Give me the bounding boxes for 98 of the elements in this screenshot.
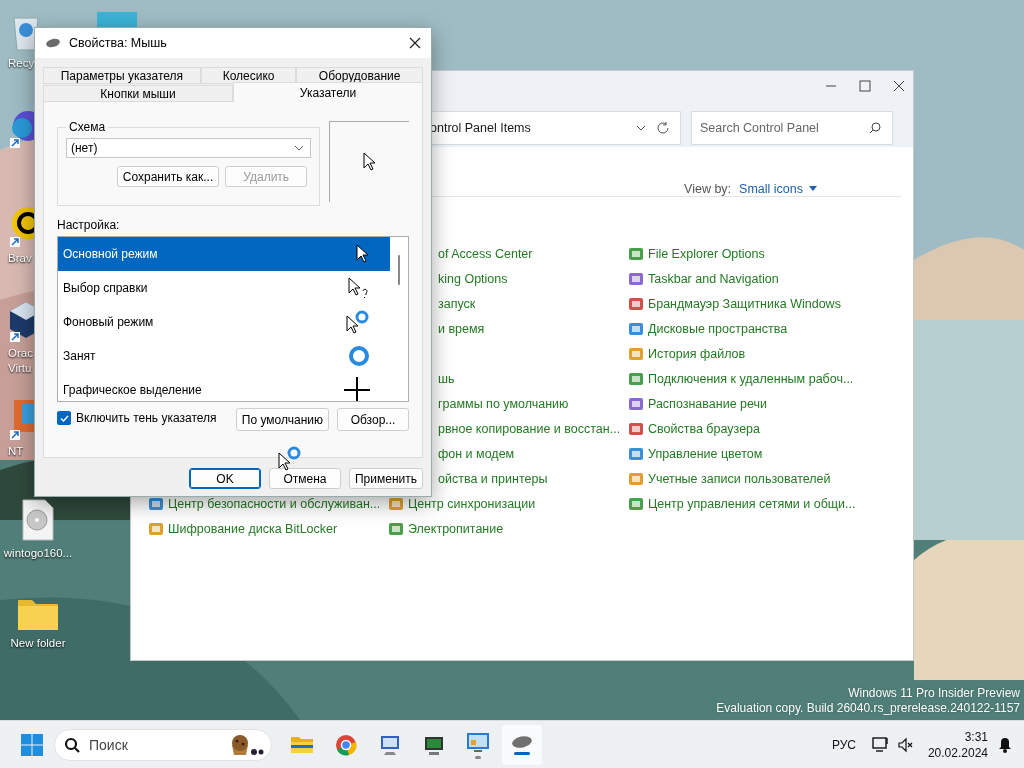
control-panel-link[interactable]: Подключения к удаленным рабоч... (628, 370, 854, 387)
control-panel-icon (466, 730, 490, 753)
caret-icon (809, 186, 817, 191)
control-panel-link[interactable]: Свойства браузера (628, 420, 760, 437)
control-panel-link[interactable]: Центр синхронизации (388, 495, 536, 512)
working-cursor-icon (346, 310, 370, 334)
control-panel-link[interactable]: Электропитание (388, 520, 504, 537)
control-panel-link[interactable]: Учетные записи пользователей (628, 470, 831, 487)
pointer-list-item[interactable]: Графическое выделение (58, 373, 390, 401)
shadow-checkbox[interactable]: Включить тень указателя (57, 408, 228, 425)
control-panel-icon (628, 295, 644, 312)
control-panel-link[interactable]: Шифрование диска BitLocker (148, 520, 338, 537)
scheme-button[interactable]: Сохранить как... (116, 166, 220, 187)
browser-icon (335, 733, 357, 756)
language-indicator[interactable]: РУС (831, 737, 856, 752)
tab[interactable]: Указатели (233, 82, 423, 102)
control-panel-icon (388, 495, 404, 512)
busy-cursor-icon (348, 345, 370, 367)
control-panel-icon (628, 270, 644, 287)
desktop-icon-label[interactable]: New folder (10, 636, 66, 651)
control-panel-link[interactable]: of Access Center (438, 246, 533, 261)
mouse-icon (511, 734, 533, 749)
control-panel-link[interactable]: граммы по умолчанию (438, 396, 569, 411)
pointer-button[interactable]: Обзор... (337, 408, 409, 431)
search-icon (64, 736, 80, 753)
os-watermark-text: Windows 11 Pro Insider Preview (848, 686, 1020, 701)
scheme-dropdown[interactable]: (нет) (66, 138, 312, 158)
scrollbar-thumb[interactable] (398, 255, 400, 285)
monitor-icon[interactable] (871, 736, 890, 753)
view-by-label: View by: (684, 181, 732, 196)
crosshair-cursor-icon (344, 377, 370, 401)
control-panel-link[interactable]: ойства и принтеры (438, 471, 548, 486)
mouse-icon (45, 38, 61, 48)
control-panel-link[interactable]: Распознавание речи (628, 395, 768, 412)
pointer-list-item[interactable]: Фоновый режим (58, 305, 390, 339)
pointer-list-item[interactable]: Занят (58, 339, 390, 373)
control-panel-icon (388, 520, 404, 537)
pointer-list-item[interactable]: Основной режим (58, 237, 390, 271)
control-panel-icon (148, 520, 164, 537)
control-panel-icon (628, 495, 644, 512)
pointer-list-item[interactable]: Выбор справки (58, 271, 390, 305)
control-panel-icon (628, 345, 644, 362)
control-panel-icon (628, 370, 644, 387)
customize-label: Настройка: (57, 218, 121, 232)
control-panel-link[interactable]: king Options (438, 271, 508, 286)
control-panel-icon (628, 395, 644, 412)
control-panel-link[interactable]: Taskbar and Navigation (628, 270, 779, 287)
control-panel-link[interactable]: запуск (438, 296, 476, 311)
control-panel-link[interactable]: Управление цветом (628, 445, 763, 462)
control-panel-icon (628, 320, 644, 337)
control-panel-link[interactable]: Центр управления сетями и общи... (628, 495, 856, 512)
control-panel-link[interactable]: фон и модем (438, 446, 515, 461)
checkmark-icon (59, 414, 69, 422)
window-title: Свойства: Мышь (69, 36, 168, 50)
os-watermark-text: Evaluation copy. Build 26040.rs_prerelease.240122-1157 (716, 701, 1020, 716)
dialog-button[interactable]: Применить (349, 468, 423, 489)
group-label: Схема (68, 120, 107, 134)
control-panel-link[interactable]: Брандмауэр Защитника Windows (628, 295, 841, 312)
control-panel-icon (628, 470, 644, 487)
chevron-down-icon[interactable] (636, 125, 646, 131)
taskbar-search-field[interactable]: Поиск (54, 728, 272, 761)
arrow-cursor-icon (362, 152, 377, 172)
tab[interactable]: Кнопки мыши (43, 85, 233, 102)
dialog-button[interactable]: Отмена (269, 468, 341, 489)
chevron-down-icon (294, 145, 305, 151)
help-cursor-icon (348, 277, 370, 299)
disc-file-icon[interactable] (21, 498, 55, 542)
control-panel-link[interactable]: шь (438, 371, 455, 386)
folder-icon (290, 734, 314, 755)
pointer-button[interactable]: По умолчанию (235, 408, 329, 431)
monitor-icon (379, 733, 401, 756)
arrow-cursor-icon (356, 244, 370, 264)
search-field[interactable]: Search Control Panel (691, 111, 893, 145)
bell-icon[interactable] (998, 736, 1012, 753)
start-icon[interactable] (20, 732, 44, 757)
control-panel-link[interactable]: и время (438, 321, 485, 336)
close-icon[interactable] (893, 80, 905, 92)
desktop-icon-label[interactable]: wintogo160... (3, 546, 73, 561)
control-panel-link[interactable]: рвное копирование и восстан... (438, 421, 621, 436)
refresh-icon[interactable] (656, 121, 670, 135)
control-panel-icon (628, 245, 644, 262)
taskbar-app-button[interactable] (502, 724, 542, 765)
control-panel-link[interactable]: Дисковые пространства (628, 320, 788, 337)
tab[interactable]: Колесико (200, 67, 297, 84)
control-panel-icon (628, 445, 644, 462)
dialog-button[interactable]: OK (189, 468, 261, 489)
clock[interactable]: 3:31 20.02.2024 (927, 728, 988, 761)
control-panel-link[interactable]: File Explorer Options (628, 245, 765, 262)
control-panel-icon (628, 420, 644, 437)
muted-speaker-icon[interactable] (897, 736, 914, 753)
tab[interactable]: Параметры указателя (43, 67, 201, 84)
view-by-dropdown[interactable]: Small icons (739, 181, 817, 196)
maximize-icon[interactable] (859, 80, 871, 92)
close-icon[interactable] (409, 37, 421, 49)
search-icon[interactable] (869, 122, 881, 134)
control-panel-link[interactable]: Центр безопасности и обслуживан... (148, 495, 381, 512)
control-panel-link[interactable]: История файлов (628, 345, 746, 362)
control-panel-icon (148, 495, 164, 512)
